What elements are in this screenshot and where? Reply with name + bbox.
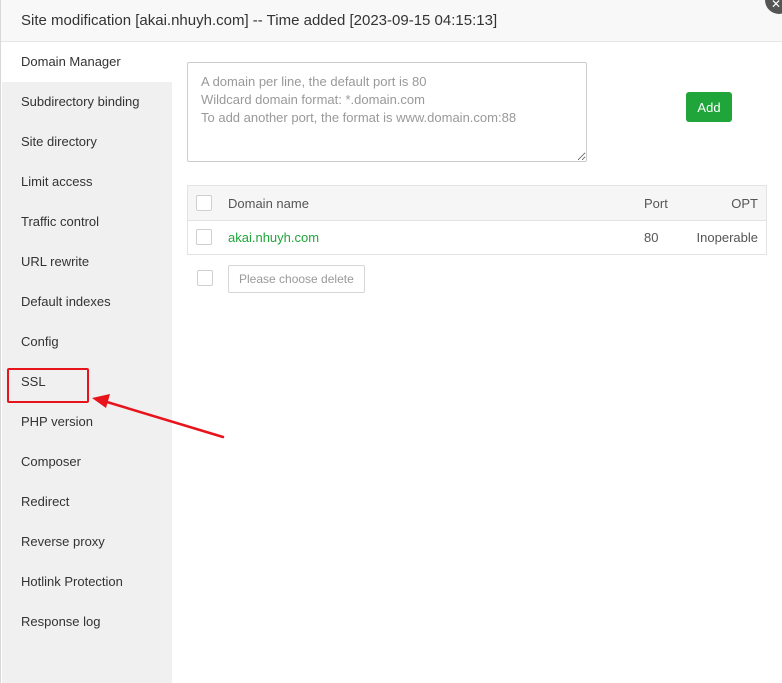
sidebar-item-response-log[interactable]: Response log	[2, 602, 172, 642]
sidebar-item-traffic-control[interactable]: Traffic control	[2, 202, 172, 242]
sidebar-item-composer[interactable]: Composer	[2, 442, 172, 482]
opt-value: Inoperable	[696, 230, 758, 245]
settings-sidebar: Domain Manager Subdirectory binding Site…	[2, 42, 172, 683]
column-header-port: Port	[644, 196, 668, 211]
domain-input[interactable]	[187, 62, 587, 162]
sidebar-item-subdirectory-binding[interactable]: Subdirectory binding	[2, 82, 172, 122]
row-checkbox[interactable]	[196, 229, 212, 245]
domain-table: Domain name Port OPT akai.nhuyh.com 80 I…	[187, 185, 767, 255]
dialog-titlebar: Site modification [akai.nhuyh.com] -- Ti…	[1, 0, 782, 42]
select-all-checkbox[interactable]	[196, 195, 212, 211]
sidebar-item-redirect[interactable]: Redirect	[2, 482, 172, 522]
sidebar-item-ssl[interactable]: SSL	[2, 362, 172, 402]
sidebar-item-php-version[interactable]: PHP version	[2, 402, 172, 442]
dialog-title: Site modification [akai.nhuyh.com] -- Ti…	[21, 12, 498, 29]
table-row: akai.nhuyh.com 80 Inoperable	[188, 221, 766, 254]
sidebar-item-domain-manager[interactable]: Domain Manager	[2, 42, 172, 82]
add-domain-button[interactable]: Add	[686, 92, 732, 122]
sidebar-item-url-rewrite[interactable]: URL rewrite	[2, 242, 172, 282]
sidebar-item-hotlink-protection[interactable]: Hotlink Protection	[2, 562, 172, 602]
bulk-select-checkbox[interactable]	[197, 270, 213, 286]
close-icon: ✕	[771, 0, 782, 11]
sidebar-item-reverse-proxy[interactable]: Reverse proxy	[2, 522, 172, 562]
sidebar-item-limit-access[interactable]: Limit access	[2, 162, 172, 202]
sidebar-item-site-directory[interactable]: Site directory	[2, 122, 172, 162]
bulk-delete-button[interactable]: Please choose delete	[228, 265, 365, 293]
column-header-opt: OPT	[731, 196, 758, 211]
column-header-domain: Domain name	[228, 196, 309, 211]
domain-link[interactable]: akai.nhuyh.com	[228, 230, 319, 245]
port-value: 80	[644, 230, 659, 245]
sidebar-item-config[interactable]: Config	[2, 322, 172, 362]
site-modification-dialog: Site modification [akai.nhuyh.com] -- Ti…	[0, 0, 782, 683]
table-header: Domain name Port OPT	[188, 186, 766, 221]
sidebar-item-default-indexes[interactable]: Default indexes	[2, 282, 172, 322]
domain-manager-panel: Add Domain name Port OPT akai.nhuyh.com …	[172, 42, 782, 683]
